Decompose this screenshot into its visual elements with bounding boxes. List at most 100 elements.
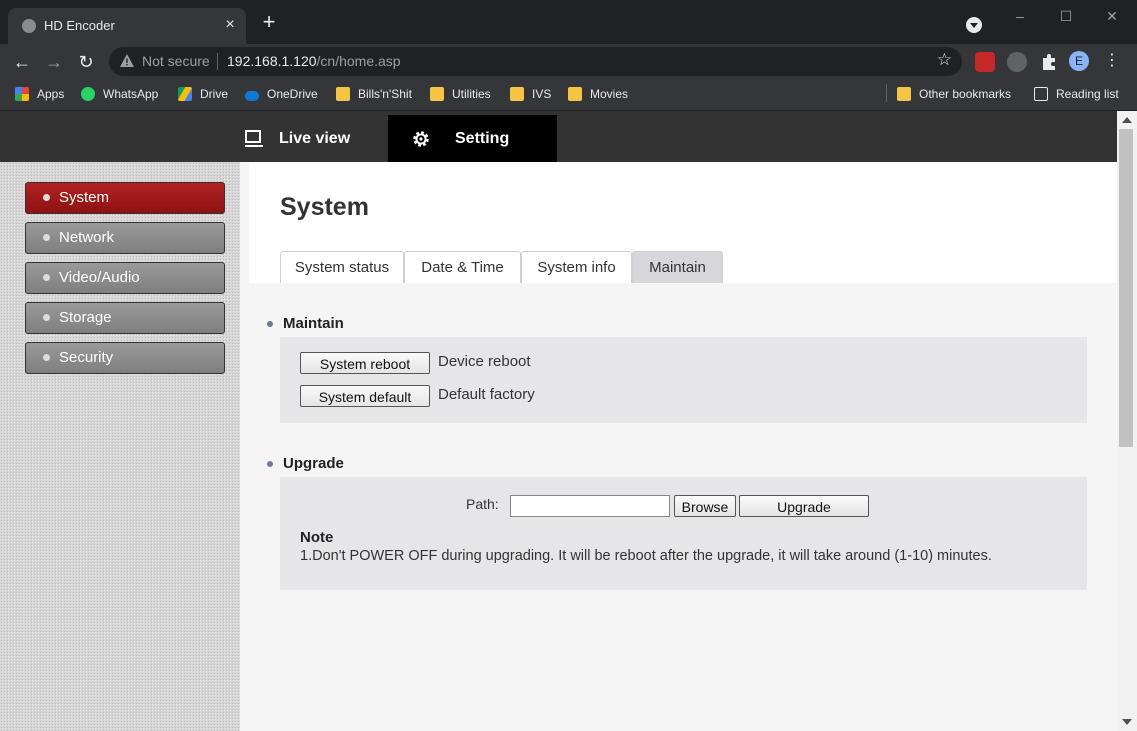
ublock-extension-icon[interactable] [975, 52, 995, 72]
content-header: System System status Date & Time System … [249, 162, 1117, 283]
bookmark-label: Drive [200, 87, 229, 101]
browser-toolbar: ← → ↻ Not secure 192.168.1.120/cn/home.a… [0, 44, 1137, 78]
sidebar-item-network[interactable]: Network [25, 222, 225, 254]
settings-sidebar: System Network Video/Audio Storage Secur… [0, 162, 240, 731]
page-title: System [280, 193, 369, 221]
sidebar-item-security[interactable]: Security [25, 342, 225, 374]
bookmark-folder-ivs[interactable]: IVS [510, 85, 551, 103]
sidebar-item-label: Network [59, 229, 115, 246]
content-body: Maintain System reboot Device reboot Sys… [249, 283, 1117, 731]
bullet-icon [43, 194, 50, 201]
bookmark-label: OneDrive [267, 87, 318, 101]
sidebar-item-video-audio[interactable]: Video/Audio [25, 262, 225, 294]
bookmark-star-icon[interactable]: ☆ [937, 50, 952, 70]
bookmark-label: Bills'n'Shit [358, 87, 412, 101]
google-drive-icon [178, 87, 192, 101]
folder-icon [336, 87, 350, 101]
bookmark-onedrive[interactable]: OneDrive [245, 85, 318, 103]
tab-system-status[interactable]: System status [280, 251, 404, 283]
bookmark-whatsapp[interactable]: WhatsApp [81, 85, 158, 103]
tab-title: HD Encoder [44, 18, 115, 33]
security-label[interactable]: Not secure [142, 53, 210, 69]
new-tab-button[interactable]: + [258, 11, 280, 33]
nav-setting[interactable]: Setting [388, 115, 557, 162]
bookmark-label: Movies [590, 87, 629, 101]
sidebar-item-label: System [59, 189, 110, 206]
app-top-nav: Live view Setting [0, 111, 1117, 162]
upgrade-title-text: Upgrade [283, 455, 344, 472]
address-bar[interactable]: Not secure 192.168.1.120/cn/home.asp ☆ [109, 47, 962, 76]
warning-icon [120, 54, 134, 67]
sidebar-item-label: Storage [59, 309, 112, 326]
default-description: Default factory [438, 386, 535, 403]
page-viewport: Live view Setting System Network Video/A… [0, 111, 1117, 731]
bullet-icon [267, 461, 273, 467]
upgrade-path-input[interactable] [510, 495, 670, 517]
url-path: /cn/home.asp [316, 53, 401, 69]
reload-icon[interactable]: ↻ [73, 49, 99, 75]
address-divider [217, 53, 218, 70]
reading-list-icon [1034, 87, 1048, 101]
page-scrollbar[interactable] [1117, 111, 1137, 731]
note-title: Note [300, 529, 334, 546]
browser-menu-icon[interactable]: ⋮ [1104, 50, 1120, 72]
apps-grid-icon [15, 87, 29, 101]
bookmark-folder-utilities[interactable]: Utilities [430, 85, 491, 103]
reading-list[interactable]: Reading list [1034, 85, 1119, 103]
bookmark-folder-movies[interactable]: Movies [568, 85, 628, 103]
bullet-icon [43, 314, 50, 321]
maximize-button[interactable]: ☐ [1043, 6, 1089, 26]
nav-setting-label: Setting [455, 130, 510, 147]
tab-maintain[interactable]: Maintain [632, 251, 723, 283]
folder-icon [568, 87, 582, 101]
tab-system-info[interactable]: System info [521, 251, 632, 283]
upgrade-section-title: Upgrade [267, 455, 344, 472]
tab-search-icon[interactable] [966, 17, 982, 33]
url-host: 192.168.1.120 [227, 53, 317, 69]
sidebar-item-label: Video/Audio [59, 269, 140, 286]
maintain-section-title: Maintain [267, 315, 344, 332]
bullet-icon [267, 321, 273, 327]
sidebar-item-label: Security [59, 349, 114, 366]
url-text[interactable]: 192.168.1.120/cn/home.asp [227, 53, 401, 69]
tab-date-time[interactable]: Date & Time [404, 251, 521, 283]
bullet-icon [43, 354, 50, 361]
folder-icon [897, 87, 911, 101]
nav-live-view-label: Live view [279, 130, 351, 147]
bookmarks-bar: Apps WhatsApp Drive OneDrive Bills'n'Shi… [0, 78, 1137, 111]
monitor-icon [245, 130, 263, 147]
bookmark-apps[interactable]: Apps [15, 85, 64, 103]
sidebar-item-system[interactable]: System [25, 182, 225, 214]
note-text: 1.Don't POWER OFF during upgrading. It w… [300, 548, 992, 564]
close-window-button[interactable]: ✕ [1089, 6, 1135, 26]
forward-arrow-icon[interactable]: → [41, 49, 67, 75]
nav-live-view[interactable]: Live view [238, 115, 388, 162]
browser-tab[interactable]: HD Encoder × [8, 8, 246, 44]
browser-title-bar: HD Encoder × + – ☐ ✕ [0, 0, 1137, 44]
minimize-button[interactable]: – [997, 6, 1043, 26]
browse-button[interactable]: Browse [674, 495, 736, 517]
system-reboot-button[interactable]: System reboot [300, 352, 430, 374]
bullet-icon [43, 234, 50, 241]
upgrade-button[interactable]: Upgrade [739, 495, 869, 517]
maintain-panel: System reboot Device reboot System defau… [280, 337, 1087, 423]
tab-close-icon[interactable]: × [220, 15, 240, 35]
folder-icon [430, 87, 444, 101]
other-bookmarks[interactable]: Other bookmarks [897, 85, 1011, 103]
globe-icon [22, 19, 36, 33]
bookmark-label: Other bookmarks [919, 87, 1012, 101]
scroll-up-arrow-icon[interactable] [1122, 117, 1132, 123]
scrollbar-thumb[interactable] [1119, 129, 1133, 447]
bookmark-label: Reading list [1056, 87, 1119, 101]
bookmark-folder-bills[interactable]: Bills'n'Shit [336, 85, 412, 103]
reboot-description: Device reboot [438, 353, 531, 370]
back-arrow-icon[interactable]: ← [9, 49, 35, 75]
profile-avatar[interactable]: E [1069, 51, 1089, 71]
puzzle-extensions-icon[interactable] [1039, 52, 1059, 72]
extension-icon[interactable] [1007, 52, 1027, 72]
onedrive-cloud-icon [245, 91, 259, 101]
sidebar-item-storage[interactable]: Storage [25, 302, 225, 334]
system-default-button[interactable]: System default [300, 385, 430, 407]
scroll-down-arrow-icon[interactable] [1122, 719, 1132, 725]
bookmark-drive[interactable]: Drive [178, 85, 228, 103]
